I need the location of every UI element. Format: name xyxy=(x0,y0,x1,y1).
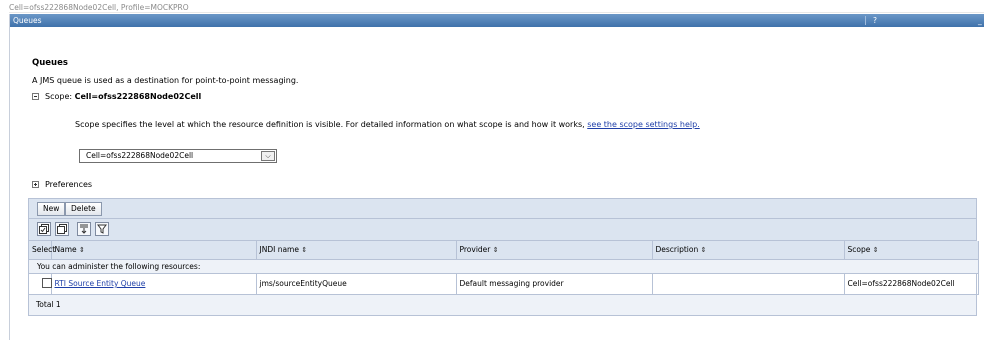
total-count: Total 1 xyxy=(29,294,976,315)
scope-select-value: Cell=ofss222868Node02Cell xyxy=(86,151,194,160)
column-header-jndi-name[interactable]: JNDI name ⇕ xyxy=(256,241,457,260)
sort-icon[interactable]: ⇕ xyxy=(873,246,879,254)
sort-icon[interactable]: ⇕ xyxy=(79,246,85,254)
scope-help-body: Scope specifies the level at which the r… xyxy=(75,120,588,129)
scope-label: Scope: Cell=ofss222868Node02Cell xyxy=(45,92,201,101)
scope-label-value: Cell=ofss222868Node02Cell xyxy=(74,92,202,101)
description-cell xyxy=(652,273,845,295)
row-checkbox[interactable] xyxy=(42,277,52,288)
column-header-provider[interactable]: Provider ⇕ xyxy=(456,241,653,260)
context-bar: Cell=ofss222868Node02Cell, Profile=MOCKP… xyxy=(9,3,984,13)
minimize-button[interactable]: _ xyxy=(978,14,984,27)
scope-help-text: Scope specifies the level at which the r… xyxy=(75,120,755,130)
column-header-name[interactable]: Name ⇕ xyxy=(51,241,257,260)
scope-toggle-row[interactable]: Scope: Cell=ofss222868Node02Cell xyxy=(32,92,201,101)
icon-bar xyxy=(29,219,976,241)
column-header-description[interactable]: Description ⇕ xyxy=(652,241,845,260)
scope-label-prefix: Scope: xyxy=(45,92,75,101)
button-bar: New Delete xyxy=(29,199,976,219)
sort-icon[interactable]: ⇕ xyxy=(493,246,499,254)
help-button[interactable]: ? xyxy=(869,14,881,27)
sort-icon[interactable]: ⇕ xyxy=(301,246,307,254)
page-title: Queues xyxy=(32,58,68,68)
collapse-icon[interactable] xyxy=(32,93,39,100)
queue-name-link[interactable]: RTI Source Entity Queue xyxy=(55,279,146,288)
column-header-scope[interactable]: Scope ⇕ xyxy=(844,241,979,260)
scope-settings-help-link[interactable]: see the scope settings help. xyxy=(587,120,700,129)
scope-select[interactable]: Cell=ofss222868Node02Cell ⌵ xyxy=(79,149,277,163)
show-filter-icon[interactable] xyxy=(77,222,91,236)
provider-cell: Default messaging provider xyxy=(456,273,653,295)
table-row: RTI Source Entity Queue jms/sourceEntity… xyxy=(29,273,979,295)
sort-icon[interactable]: ⇕ xyxy=(701,246,707,254)
delete-button[interactable]: Delete xyxy=(65,202,102,216)
queues-table-container: New Delete Select Name ⇕ JNDI name ⇕ Pro… xyxy=(28,198,979,316)
chevron-down-icon[interactable]: ⌵ xyxy=(261,151,275,161)
scope-cell: Cell=ofss222868Node02Cell xyxy=(844,273,979,295)
preferences-label: Preferences xyxy=(45,180,93,189)
select-all-icon[interactable] xyxy=(37,222,51,236)
panel-title: Queues xyxy=(13,16,42,25)
row-select-cell xyxy=(29,273,52,295)
titlebar-divider xyxy=(865,16,866,25)
table-header-row: Select Name ⇕ JNDI name ⇕ Provider ⇕ Des… xyxy=(29,241,979,260)
group-label: You can administer the following resourc… xyxy=(29,259,979,274)
queues-table: Select Name ⇕ JNDI name ⇕ Provider ⇕ Des… xyxy=(29,241,979,295)
expand-icon[interactable] xyxy=(32,181,39,188)
new-button[interactable]: New xyxy=(37,202,66,216)
deselect-all-icon[interactable] xyxy=(55,222,69,236)
table-group-row: You can administer the following resourc… xyxy=(29,259,979,274)
preferences-toggle-row[interactable]: Preferences xyxy=(32,180,92,189)
panel-titlebar: Queues ? _ xyxy=(10,14,984,27)
clear-filter-icon[interactable] xyxy=(95,222,109,236)
name-cell: RTI Source Entity Queue xyxy=(51,273,257,295)
column-header-select: Select xyxy=(29,241,55,260)
jndi-cell: jms/sourceEntityQueue xyxy=(256,273,457,295)
page-description: A JMS queue is used as a destination for… xyxy=(32,76,299,85)
